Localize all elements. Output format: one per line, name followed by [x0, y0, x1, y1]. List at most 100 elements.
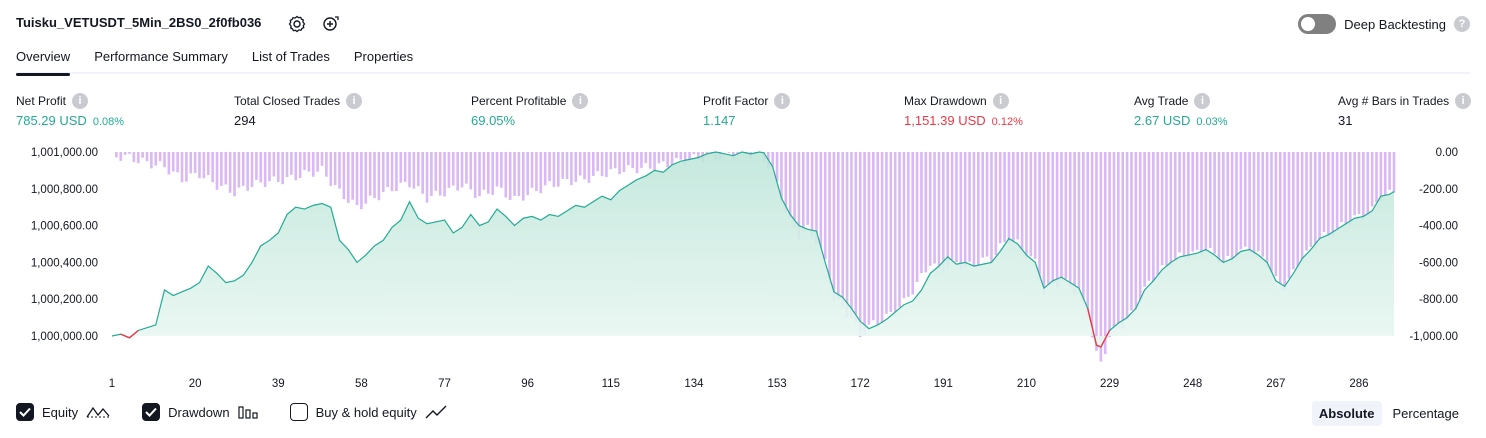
drawdown-bar — [1156, 152, 1160, 276]
drawdown-bar — [1252, 152, 1256, 256]
equity-checkbox[interactable] — [16, 403, 34, 421]
legend-equity[interactable]: Equity — [16, 403, 110, 421]
left-axis-tick: 1,000,200.00 — [31, 294, 98, 306]
info-icon[interactable]: i — [72, 93, 89, 109]
drawdown-bar — [1134, 152, 1138, 311]
report-tabs: Overview Performance Summary List of Tra… — [16, 48, 1470, 76]
drawdown-bar — [408, 152, 411, 188]
drawdown-bar — [320, 152, 324, 166]
drawdown-bar — [635, 152, 639, 174]
drawdown-bar — [373, 152, 376, 199]
equity-drawdown-chart[interactable]: 1,001,000.00 1,000,800.00 1,000,600.00 1,00… — [0, 140, 1486, 395]
drawdown-bar — [1213, 152, 1216, 254]
drawdown-bar — [333, 152, 337, 186]
drawdown-bar — [233, 152, 236, 197]
tab-overview[interactable]: Overview — [16, 48, 71, 76]
drawdown-bar — [950, 152, 954, 260]
settings-icon[interactable] — [286, 13, 308, 35]
legend-buy-hold[interactable]: Buy & hold equity — [289, 403, 447, 421]
tab-properties[interactable]: Properties — [354, 48, 413, 74]
drawdown-bar — [1047, 152, 1050, 285]
drawdown-bar — [1204, 152, 1208, 252]
drawdown-bar — [911, 152, 915, 295]
add-to-chart-icon[interactable] — [320, 13, 342, 35]
drawdown-bar — [491, 152, 494, 195]
metric-label: Profit Factor — [703, 94, 769, 108]
drawdown-bar — [224, 152, 228, 185]
percentage-button[interactable]: Percentage — [1386, 401, 1467, 426]
drawdown-bar — [1379, 152, 1383, 201]
drawdown-bar — [661, 152, 665, 162]
tab-list-of-trades[interactable]: List of Trades — [252, 48, 330, 74]
drawdown-bar — [1095, 152, 1098, 351]
drawdown-bar — [1165, 152, 1168, 266]
drawdown-bar — [1112, 152, 1116, 328]
drawdown-bar — [451, 152, 455, 186]
legend-drawdown[interactable]: Drawdown — [142, 403, 258, 421]
drawdown-bar — [784, 152, 788, 212]
metric-percent: 0.12% — [991, 116, 1023, 128]
drawdown-bar — [618, 152, 621, 175]
drawdown-bar — [1235, 152, 1238, 260]
drawdown-bar — [1152, 152, 1155, 282]
drawdown-bar — [325, 152, 328, 177]
legend-drawdown-label: Drawdown — [168, 404, 230, 420]
drawdown-bar — [972, 152, 976, 267]
drawdown-bar — [241, 152, 245, 186]
help-icon[interactable]: ? — [1454, 16, 1470, 32]
drawdown-bars-icon — [237, 406, 258, 419]
drawdown-bar — [1300, 152, 1304, 263]
drawdown-bar — [430, 152, 433, 196]
info-icon[interactable]: i — [992, 93, 1009, 109]
drawdown-bar — [1313, 152, 1317, 249]
drawdown-bar — [495, 152, 499, 187]
drawdown-bar — [329, 152, 333, 186]
drawdown-bar — [692, 152, 696, 155]
drawdown-bar — [206, 152, 210, 176]
deep-backtesting-toggle[interactable] — [1298, 14, 1337, 34]
drawdown-bar — [977, 152, 980, 267]
drawdown-bar — [1370, 152, 1374, 207]
drawdown-bar — [412, 152, 416, 189]
drawdown-bar — [823, 152, 827, 260]
metric-avg-bars: Avg # Bars in Trades i 31 — [1338, 93, 1472, 128]
drawdown-bar — [640, 152, 643, 168]
drawdown-bar — [539, 152, 543, 194]
drawdown-bar — [1173, 152, 1177, 260]
drawdown-bar — [1331, 152, 1335, 237]
buy-hold-checkbox[interactable] — [289, 403, 308, 421]
info-icon[interactable]: i — [774, 93, 791, 109]
left-axis-tick: 1,000,400.00 — [31, 257, 98, 269]
drawdown-bar — [1108, 152, 1111, 338]
drawdown-bar — [1090, 152, 1094, 338]
drawdown-bar — [850, 152, 853, 318]
absolute-button[interactable]: Absolute — [1311, 401, 1382, 426]
drawdown-bar — [416, 152, 420, 187]
drawdown-bar — [136, 152, 140, 164]
drawdown-bar — [193, 152, 197, 174]
info-icon[interactable]: i — [346, 93, 363, 109]
drawdown-bar — [1239, 152, 1243, 250]
drawdown-bar — [434, 152, 438, 191]
info-icon[interactable]: i — [1194, 93, 1211, 109]
drawdown-bar — [810, 152, 814, 237]
info-icon[interactable]: i — [1455, 93, 1472, 109]
metric-value: 69.05% — [471, 113, 516, 128]
tab-performance-summary[interactable]: Performance Summary — [94, 48, 228, 74]
drawdown-bar — [548, 152, 551, 182]
drawdown-bar — [504, 152, 508, 198]
drawdown-bar — [1178, 152, 1181, 253]
drawdown-checkbox[interactable] — [142, 403, 161, 421]
metric-max-drawdown: Max Drawdown i 1,151.39 USD 0.12% — [904, 93, 1023, 128]
x-axis-tick: 134 — [684, 378, 704, 390]
legend-buy-hold-label: Buy & hold equity — [315, 404, 417, 420]
drawdown-bar — [854, 152, 858, 323]
right-axis-tick: 0.00 — [1436, 147, 1458, 159]
report-header: Tuisku_VETUSDT_5Min_2BS0_2f0fb036 Deep B… — [16, 12, 1470, 36]
drawdown-bar — [885, 152, 888, 314]
drawdown-bar — [907, 152, 910, 297]
drawdown-bar — [1130, 152, 1133, 311]
drawdown-bar — [556, 152, 560, 187]
info-icon[interactable]: i — [572, 93, 589, 109]
toggle-knob — [1301, 17, 1316, 31]
